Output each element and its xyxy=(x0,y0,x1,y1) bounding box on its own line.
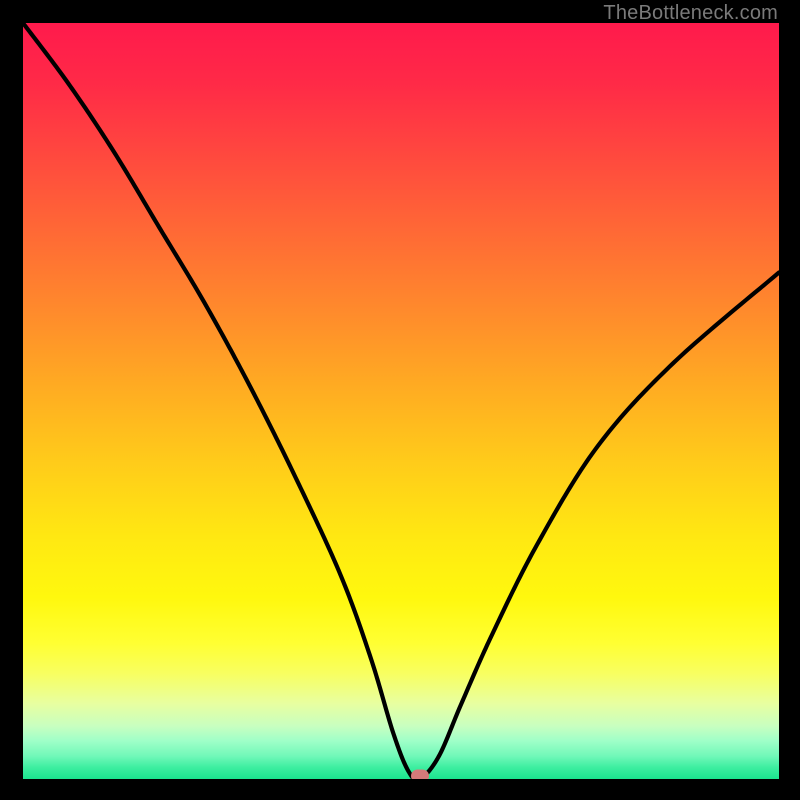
chart-frame: TheBottleneck.com xyxy=(0,0,800,800)
watermark-text: TheBottleneck.com xyxy=(603,2,778,25)
plot-area xyxy=(23,23,779,779)
bottleneck-curve xyxy=(23,23,779,779)
optimal-point-marker xyxy=(411,770,429,780)
